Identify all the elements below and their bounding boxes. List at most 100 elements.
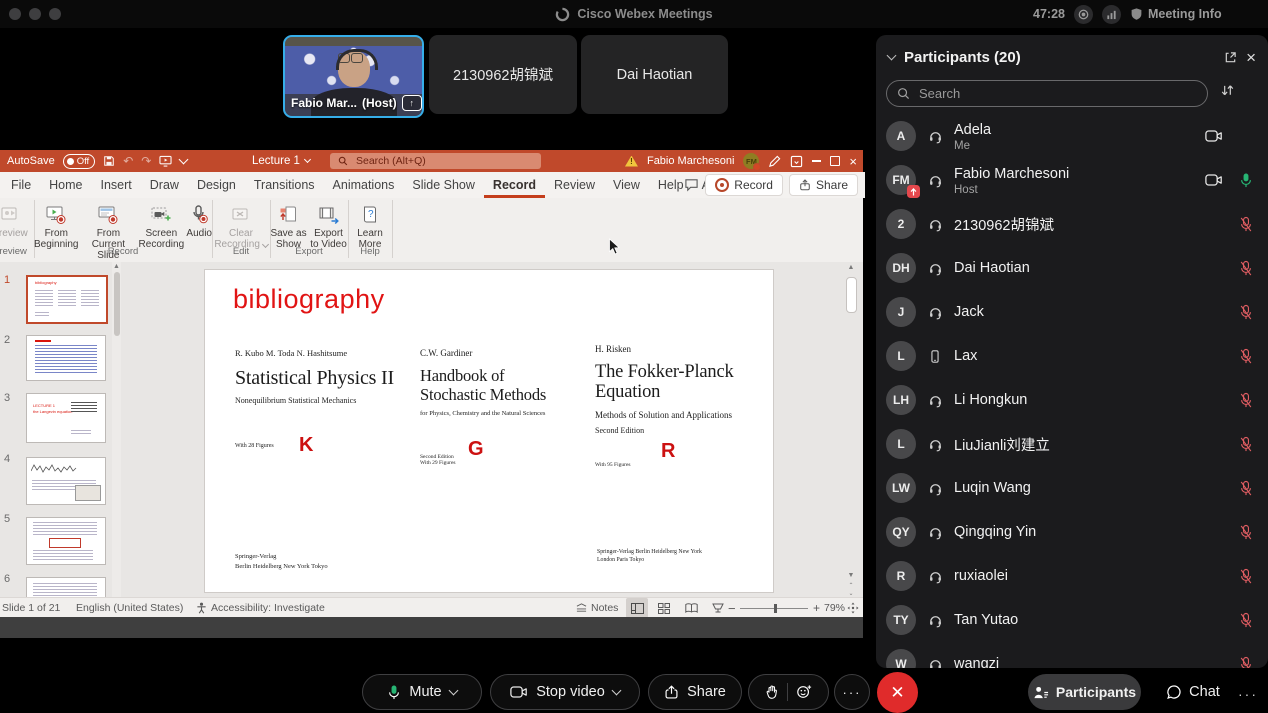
scroll-up-arrow[interactable]: ▲ <box>845 264 857 271</box>
collapse-panel-chevron[interactable] <box>887 51 897 61</box>
ribbon-tab[interactable]: Draw <box>141 178 188 198</box>
fit-slide-button[interactable] <box>847 598 859 618</box>
redo-button[interactable]: ↷ <box>141 154 151 168</box>
ribbon-tab[interactable]: Slide Show <box>403 178 484 198</box>
slide-scrollbar[interactable]: ▲ ▼ ⌃ ⌄ <box>845 264 857 597</box>
ribbon-tab[interactable]: Record <box>484 178 545 198</box>
zoom-out-button[interactable]: − <box>728 598 736 618</box>
participant-row[interactable]: QY Qingqing Yin <box>876 510 1268 554</box>
scrollbar-thumb[interactable] <box>846 277 857 313</box>
screen-recording-button[interactable]: Screen Recording <box>138 200 184 250</box>
scroll-down-arrow[interactable]: ▼ <box>845 572 857 579</box>
minimize-button[interactable] <box>812 160 821 162</box>
video-tile-active-speaker[interactable]: Fabio Mar... (Host) ↑ <box>283 35 424 118</box>
customize-qat-chevron[interactable] <box>179 155 189 165</box>
next-slide-button[interactable]: ⌄ <box>845 590 857 597</box>
video-tile[interactable]: Dai Haotian <box>581 35 728 114</box>
mic-status[interactable] <box>1236 216 1256 233</box>
participant-row[interactable]: 2 2130962胡锦斌 <box>876 202 1268 246</box>
slide-thumbnail-6[interactable] <box>26 577 106 597</box>
mic-status[interactable] <box>1236 568 1256 585</box>
zoom-level[interactable]: 79% <box>824 598 845 618</box>
ribbon-tab[interactable]: Home <box>40 178 91 198</box>
warning-icon[interactable]: ! <box>625 156 638 167</box>
learn-more-button[interactable]: ? Learn More <box>348 200 392 250</box>
thumbnail-scrollbar[interactable]: ▲ <box>112 262 121 597</box>
reading-view-button[interactable] <box>680 598 702 618</box>
ribbon-tab[interactable]: View <box>604 178 649 198</box>
close-panel-button[interactable]: × <box>1246 49 1256 66</box>
account-avatar[interactable]: FM <box>743 153 759 169</box>
ppt-search-box[interactable] <box>330 153 541 169</box>
ribbon-tab[interactable]: Transitions <box>245 178 324 198</box>
sort-participants-button[interactable] <box>1220 83 1235 98</box>
mic-status[interactable] <box>1236 656 1256 669</box>
previous-slide-button[interactable]: ⌃ <box>845 582 857 589</box>
mic-status[interactable] <box>1236 392 1256 409</box>
share-button[interactable]: Share <box>789 174 858 196</box>
mic-status[interactable] <box>1236 524 1256 541</box>
clear-recording-button[interactable]: Clear Recording <box>212 200 270 250</box>
mute-button[interactable]: Mute <box>362 674 482 710</box>
stop-video-button[interactable]: Stop video <box>490 674 640 710</box>
notes-toggle[interactable]: Notes <box>576 598 618 618</box>
save-button[interactable] <box>103 155 115 167</box>
participant-row[interactable]: W wangzi <box>876 642 1268 668</box>
audio-button[interactable]: Audio <box>186 200 212 239</box>
participant-row[interactable]: J Jack <box>876 290 1268 334</box>
normal-view-button[interactable] <box>626 598 648 618</box>
preview-button[interactable]: Preview <box>0 200 28 239</box>
participant-row[interactable]: L Lax <box>876 334 1268 378</box>
participant-row[interactable]: FM Fabio Marchesoni Host <box>876 158 1268 202</box>
pop-out-panel-button[interactable] <box>1224 51 1237 64</box>
slide-thumbnail-3[interactable]: LECTURE 1 the Langevin equation <box>26 393 106 443</box>
ppt-search-input[interactable] <box>354 154 508 168</box>
slide-thumbnail-2[interactable] <box>26 335 106 381</box>
chat-toggle-button[interactable]: Chat <box>1152 674 1234 710</box>
mic-status[interactable] <box>1236 612 1256 629</box>
ribbon-tab[interactable]: Review <box>545 178 604 198</box>
language-status[interactable]: English (United States) <box>76 598 183 618</box>
participants-search-input[interactable] <box>917 85 1171 102</box>
from-beginning-button[interactable]: From Beginning <box>34 200 78 250</box>
zoom-in-button[interactable]: + <box>813 598 820 618</box>
more-panels-button[interactable]: ··· <box>1238 686 1258 702</box>
participant-row[interactable]: LH Li Hongkun <box>876 378 1268 422</box>
autosave-toggle[interactable]: Off <box>63 154 96 169</box>
zoom-slider-thumb[interactable] <box>774 604 777 613</box>
ribbon-tab[interactable]: Animations <box>324 178 404 198</box>
ribbon-display-options-button[interactable] <box>790 155 803 168</box>
slide-sorter-view-button[interactable] <box>653 598 675 618</box>
participant-row[interactable]: A Adela Me <box>876 114 1268 158</box>
more-options-button[interactable]: ··· <box>834 674 870 710</box>
recording-indicator-button[interactable] <box>1074 5 1093 24</box>
record-button[interactable]: Record <box>705 174 783 196</box>
mic-status[interactable] <box>1236 348 1256 365</box>
slide-thumbnail-5[interactable] <box>26 517 106 565</box>
ribbon-tab[interactable]: File <box>2 178 40 198</box>
connection-stats-button[interactable] <box>1102 5 1121 24</box>
mic-status[interactable] <box>1236 436 1256 453</box>
accessibility-status[interactable]: Accessibility: Investigate <box>196 598 325 618</box>
raise-hand-button[interactable] <box>765 684 779 700</box>
slide-thumbnail-1[interactable]: bibliography <box>26 275 108 324</box>
participant-row[interactable]: L LiuJianli刘建立 <box>876 422 1268 466</box>
document-title[interactable]: Lecture 1 <box>252 150 310 172</box>
slideshow-view-button[interactable] <box>707 598 729 618</box>
participants-search-box[interactable] <box>886 80 1208 107</box>
mic-status[interactable] <box>1236 480 1256 497</box>
scroll-up-arrow[interactable]: ▲ <box>112 263 121 270</box>
share-content-button[interactable]: Share <box>648 674 742 710</box>
save-as-show-button[interactable]: Save as Show <box>270 200 307 250</box>
scrollbar-thumb[interactable] <box>114 272 120 336</box>
restore-button[interactable] <box>830 156 840 166</box>
mic-status[interactable] <box>1236 304 1256 321</box>
mic-status[interactable] <box>1236 172 1256 189</box>
mic-status[interactable] <box>1236 260 1256 277</box>
meeting-info-button[interactable]: Meeting Info <box>1130 7 1222 21</box>
participants-toggle-button[interactable]: Participants <box>1028 674 1141 710</box>
participant-row[interactable]: DH Dai Haotian <box>876 246 1268 290</box>
export-to-video-button[interactable]: Export to Video <box>309 200 348 250</box>
video-options-chevron[interactable] <box>611 686 621 696</box>
undo-button[interactable]: ↶ <box>123 154 133 168</box>
